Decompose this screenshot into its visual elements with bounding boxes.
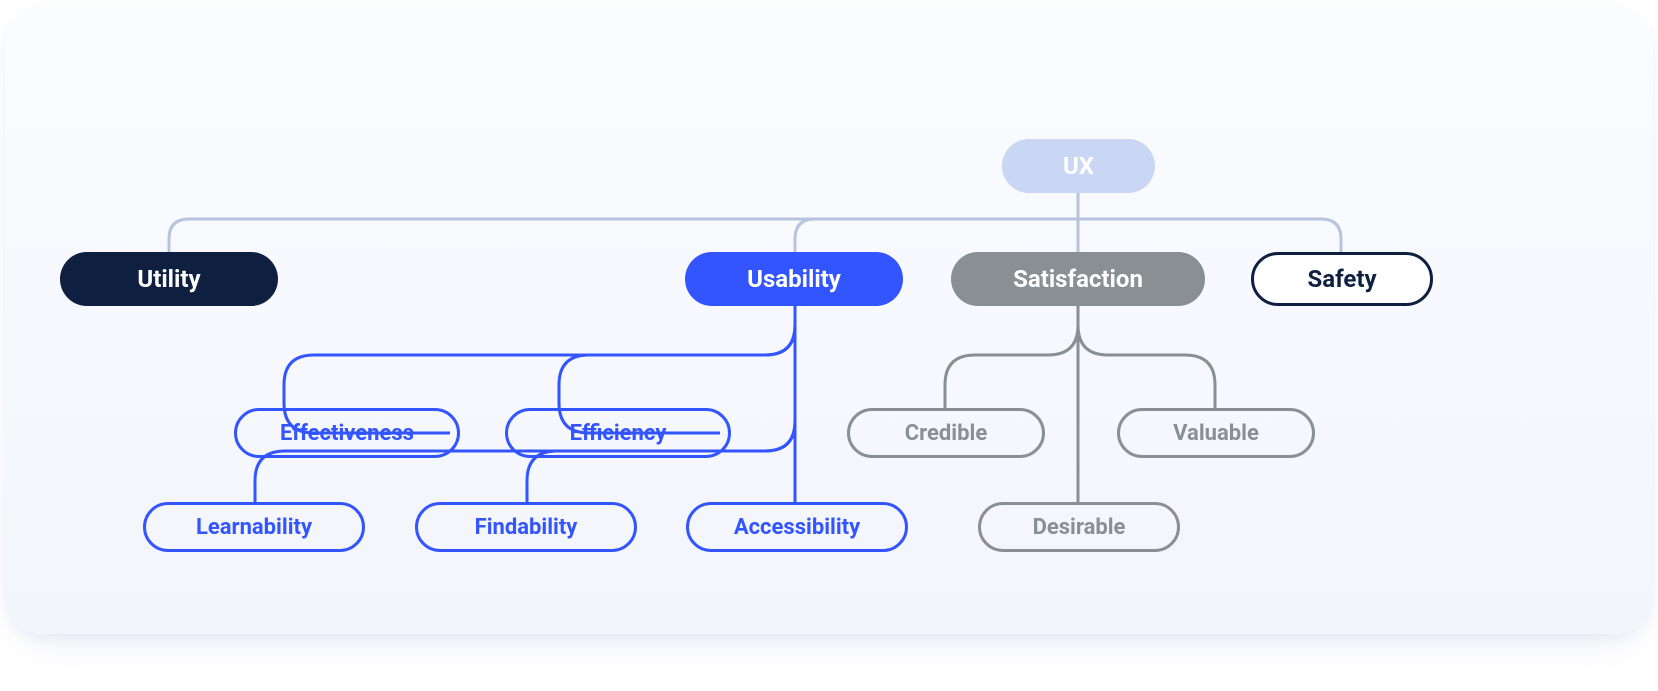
node-efficiency: Efficiency xyxy=(505,408,731,458)
node-label: Findability xyxy=(475,515,578,540)
node-label: Valuable xyxy=(1173,421,1259,446)
node-label: Effectiveness xyxy=(280,421,414,446)
node-label: Usability xyxy=(747,265,841,293)
node-usability: Usability xyxy=(685,252,903,306)
node-label: Desirable xyxy=(1033,515,1126,540)
node-label: Utility xyxy=(137,265,200,293)
node-satisfaction: Satisfaction xyxy=(951,252,1205,306)
node-label: Safety xyxy=(1307,265,1376,293)
node-label: Credible xyxy=(905,421,987,446)
node-accessibility: Accessibility xyxy=(686,502,908,552)
node-label: Accessibility xyxy=(734,515,860,540)
node-ux: UX xyxy=(1002,139,1155,193)
node-credible: Credible xyxy=(847,408,1045,458)
node-effectiveness: Effectiveness xyxy=(234,408,460,458)
node-valuable: Valuable xyxy=(1117,408,1315,458)
node-safety: Safety xyxy=(1251,252,1433,306)
node-label: Learnability xyxy=(196,515,312,540)
node-label: Efficiency xyxy=(570,421,667,446)
node-utility: Utility xyxy=(60,252,278,306)
node-learnability: Learnability xyxy=(143,502,365,552)
node-findability: Findability xyxy=(415,502,637,552)
node-desirable: Desirable xyxy=(978,502,1180,552)
node-label: UX xyxy=(1063,152,1094,180)
node-label: Satisfaction xyxy=(1013,265,1143,293)
diagram-card: UX Utility Usability Satisfaction Safety… xyxy=(5,5,1653,634)
